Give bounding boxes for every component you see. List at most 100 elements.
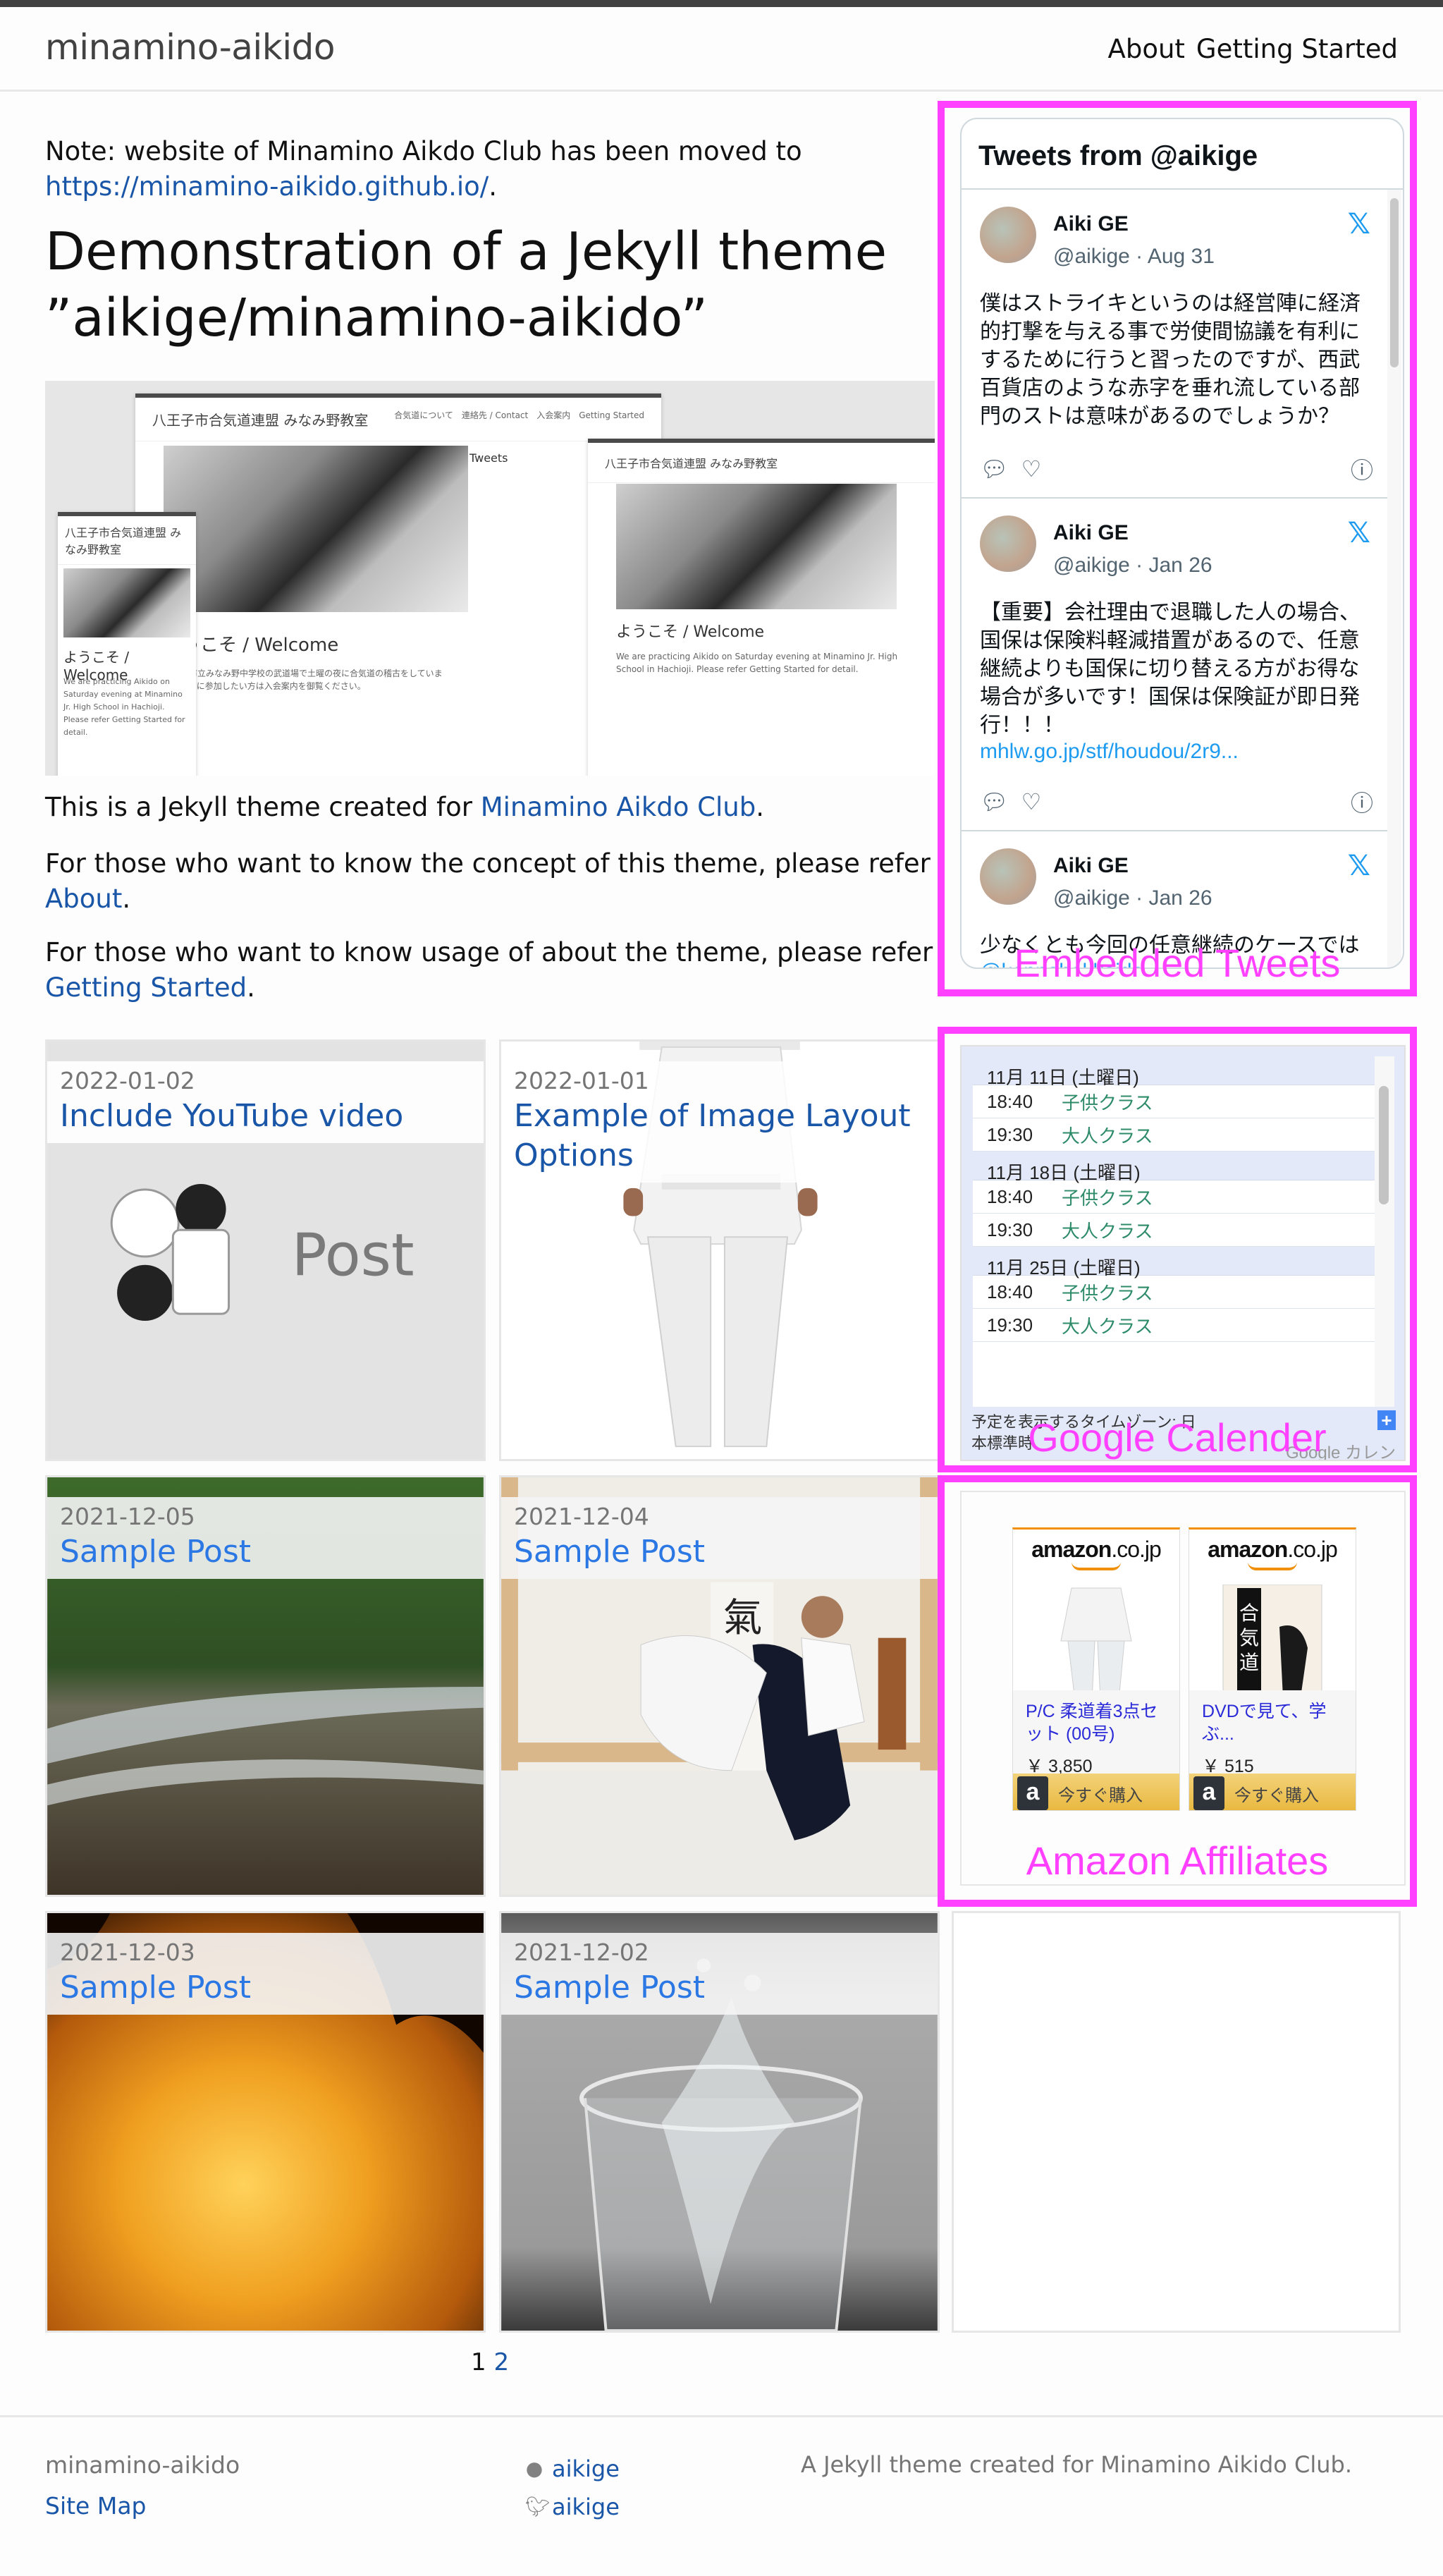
product-title[interactable]: DVDで見て、学ぶ... [1202,1700,1343,1745]
amazon-product-card[interactable]: amazon.co.jp 合 気 道 DVDで見て、学ぶ... ￥ 515 a今… [1189,1527,1356,1811]
timeline-scrollbar[interactable] [1387,190,1401,967]
dvd-product-image: 合 気 道 [1222,1585,1322,1704]
x-logo-icon[interactable]: 𝕏 [1348,208,1370,240]
nav-about[interactable]: About [1108,34,1185,64]
post-title-link[interactable]: Sample Post [514,1970,705,2006]
agenda-event[interactable]: 18:40 子供クラス [973,1276,1375,1309]
event-title[interactable]: 大人クラス [1062,1312,1153,1338]
like-icon[interactable]: ♡ [1021,456,1042,482]
page-current: 1 [471,2348,486,2376]
mock-body: 八王子市立みなみ野中学校の武道場で土曜の夜に合気道の稽古をしています。稽古に参加… [164,669,443,691]
club-link[interactable]: Minamino Aikdo Club [481,792,756,822]
mobile-mock-title: 八王子市合気道連盟 みなみ野教室 [58,516,196,565]
post-card[interactable]: Post 2022-01-02 Include YouTube video [45,1039,486,1461]
para1-period: . [756,792,764,822]
mobile-mock: 八王子市合気道連盟 みなみ野教室 ようこそ / Welcome We are p… [58,512,196,776]
x-logo-icon[interactable]: 𝕏 [1348,517,1370,549]
post-title-link[interactable]: Sample Post [60,1534,251,1570]
agenda-event[interactable]: 18:40 子供クラス [973,1085,1375,1118]
avatar[interactable] [980,848,1036,905]
reply-icon[interactable]: 💬︎ [980,788,1009,815]
agenda-event[interactable]: 19:30 大人クラス [973,1309,1375,1342]
event-title[interactable]: 子供クラス [1062,1279,1153,1305]
scrollbar-thumb[interactable] [1379,1086,1389,1204]
tweet-actions: 💬︎ ♡ ⓘ [980,455,1373,483]
post-title-link[interactable]: Sample Post [60,1970,251,2006]
buy-now-button[interactable]: a 今すぐ購入 [1189,1774,1356,1810]
tablet-mock-body: We are practicing Aikido on Saturday eve… [616,652,898,674]
event-time: 19:30 [987,1123,1033,1145]
twitter-link[interactable]: aikige [552,2488,620,2526]
github-link[interactable]: aikige [552,2450,620,2488]
scrollbar-thumb[interactable] [1390,198,1399,367]
avatar[interactable] [980,515,1036,572]
tweet[interactable]: Aiki GE @aikige · Aug 31 𝕏 僕はストライキというのは経… [962,190,1392,499]
mock-menu: 合気道について 連絡先 / Contact 入会案内 Getting Start… [394,410,644,420]
tablet-mock-welcome: ようこそ / Welcome [616,623,765,641]
post-date: 2021-12-05 [60,1503,195,1530]
tweet[interactable]: Aiki GE @aikige · Jan 26 𝕏 【重要】会社理由で退職した… [962,499,1392,831]
note-text: Note: website of Minamino Aikdo Club has… [45,136,802,166]
post-card[interactable]: 2021-12-02 Sample Post [499,1911,940,2333]
sitemap-link[interactable]: Site Map [45,2492,147,2520]
info-icon[interactable]: ⓘ [1351,786,1373,818]
tweet-handle-date[interactable]: @aikige · Jan 26 [1053,554,1212,578]
post-card[interactable]: 2021-12-03 Sample Post [45,1911,486,2333]
tablet-mock: 八王子市合気道連盟 みなみ野教室 ようこそ / Welcome We are p… [588,439,935,776]
intro-paragraph-1: This is a Jekyll theme created for Minam… [45,790,935,825]
post-card[interactable]: 2021-12-05 Sample Post [45,1475,486,1897]
amazon-smile-icon [1071,1562,1121,1570]
amazon-logo-main: amazon [1031,1537,1112,1562]
buy-now-button[interactable]: a 今すぐ購入 [1013,1774,1179,1810]
agenda-day-header: 11月 11日 (土曜日) [973,1056,1375,1088]
info-icon[interactable]: ⓘ [1351,453,1373,485]
avatar[interactable] [980,207,1036,263]
post-title-link[interactable]: Include YouTube video [60,1098,403,1134]
event-title[interactable]: 子供クラス [1062,1089,1153,1115]
desktop-mock: 八王子市合気道連盟 みなみ野教室 合気道について 連絡先 / Contact 入会… [135,393,661,776]
event-time: 18:40 [987,1281,1033,1302]
agenda-event[interactable]: 19:30 大人クラス [973,1214,1375,1247]
tweet-author-name[interactable]: Aiki GE [1053,521,1129,545]
amazon-logo-suffix: .co.jp [1287,1537,1337,1562]
agenda-scrollbar[interactable] [1375,1056,1394,1407]
post-card[interactable]: 2022-01-01 Example of Image Layout Optio… [499,1039,940,1461]
reply-icon[interactable]: 💬︎ [980,456,1009,482]
tweet-author-name[interactable]: Aiki GE [1053,212,1129,236]
getting-started-link[interactable]: Getting Started [45,972,247,1003]
tweet-handle-date[interactable]: @aikige · Aug 31 [1053,245,1215,269]
post-card[interactable]: 氣 2021-12-04 Sample Post [499,1475,940,1897]
para2-period: . [122,884,131,914]
new-site-link[interactable]: https://minamino-aikido.github.io/ [45,171,489,202]
para1-text: This is a Jekyll theme created for [45,792,481,822]
x-logo-icon[interactable]: 𝕏 [1348,850,1370,882]
about-link[interactable]: About [45,884,122,914]
page-link[interactable]: 2 [493,2348,509,2376]
nav-getting-started[interactable]: Getting Started [1196,34,1398,64]
amazon-a-icon: a [1193,1776,1224,1810]
para3-period: . [247,972,255,1003]
github-icon: ● [525,2457,544,2480]
event-title[interactable]: 子供クラス [1062,1184,1153,1210]
site-title-link[interactable]: minamino-aikido [45,27,335,68]
amazon-product-card[interactable]: amazon.co.jp P/C 柔道着3点セット (00号) ￥ 3,850 … [1012,1527,1180,1811]
like-icon[interactable]: ♡ [1021,788,1042,815]
tweet-handle-date[interactable]: @aikige · Jan 26 [1053,886,1212,910]
post-title-link[interactable]: Sample Post [514,1534,705,1570]
event-title[interactable]: 大人クラス [1062,1217,1153,1243]
top-bar [0,0,1443,7]
post-caption: 2022-01-02 Include YouTube video [47,1061,484,1143]
product-title[interactable]: P/C 柔道着3点セット (00号) [1026,1700,1167,1745]
post-title-link[interactable]: Example of Image Layout Options [514,1098,911,1173]
tweet-link[interactable]: mhlw.go.jp/stf/houdou/2r9... [980,740,1373,764]
tweets-widget-frame: Tweets from @aikige Aiki GE @aikige · Au… [938,101,1417,996]
event-title[interactable]: 大人クラス [1062,1122,1153,1148]
buy-now-label: 今すぐ購入 [1234,1786,1319,1805]
agenda-event[interactable]: 19:30 大人クラス [973,1118,1375,1152]
tweet-author-name[interactable]: Aiki GE [1053,854,1129,878]
agenda-list: 11月 11日 (土曜日) 18:40 子供クラス 19:30 大人クラス 11月 … [973,1056,1375,1407]
product-info: P/C 柔道着3点セット (00号) ￥ 3,850 [1013,1690,1179,1776]
agenda-event[interactable]: 18:40 子供クラス [973,1180,1375,1214]
event-time: 18:40 [987,1185,1033,1207]
svg-text:道: 道 [1239,1651,1259,1674]
